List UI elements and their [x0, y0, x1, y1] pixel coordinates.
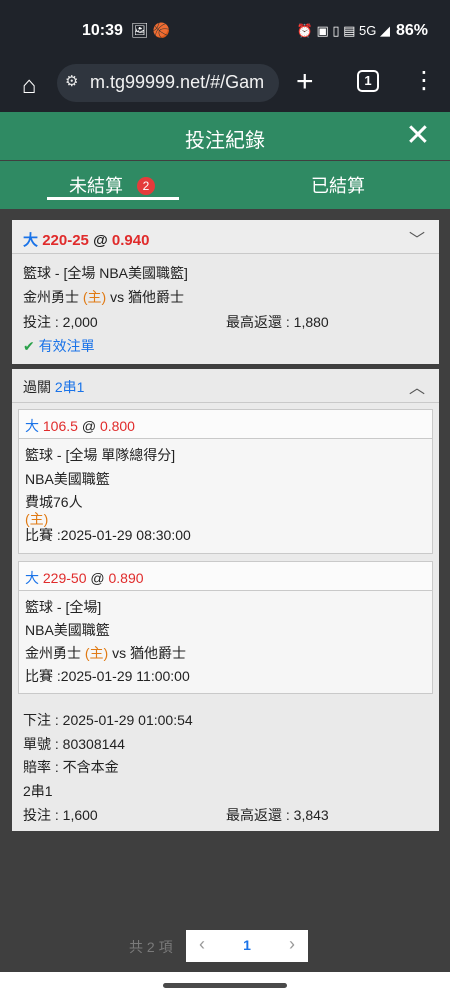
status-bar: 10:39 🖼 🏀 ⏰ ▣ ▯ ▤ 5G ◢ 86% — [0, 0, 450, 62]
app-header: 投注紀錄 ✕ — [0, 112, 450, 160]
parlay-label: 過關 — [23, 379, 51, 395]
leg-matchup: 金州勇士 (主) vs 猶他爵士 — [25, 643, 186, 663]
bet-card-parlay: 過關 2串1 ︿ 大 106.5 @ 0.800 籃球 - [全場 單隊總得分]… — [12, 369, 439, 831]
bet-card-single: 大 220-25 @ 0.940 ﹀ 籃球 - [全場 NBA美國職籃] 金州勇… — [12, 220, 439, 364]
home-team: 金州勇士 — [25, 645, 81, 661]
chevron-down-icon[interactable]: ﹀ — [409, 226, 425, 250]
home-tag: (主) — [82, 289, 107, 305]
status-text: 有效注單 — [38, 338, 95, 354]
address-bar[interactable]: ⚙ m.tg99999.net/#/Gam — [57, 64, 279, 102]
unsettled-count-badge: 2 — [137, 177, 155, 195]
parlay-leg: 大 229-50 @ 0.890 籃球 - [全場] NBA美國職籃 金州勇士 … — [18, 561, 433, 694]
handicap-line: 229-50 — [42, 570, 87, 586]
at-sign: @ — [93, 232, 108, 249]
ticket-number: 單號 : 80308144 — [23, 736, 125, 752]
bet-selection: 大 220-25 @ 0.940 — [23, 229, 149, 250]
league-line: 籃球 - [全場 NBA美國職籃] — [23, 265, 188, 281]
tabs-bar: 未結算 2 已結算 — [0, 161, 450, 209]
match-time: 比賽 :2025-01-29 08:30:00 — [25, 527, 191, 543]
leg-header: 大 229-50 @ 0.890 — [19, 562, 432, 591]
handicap-line: 220-25 — [42, 232, 89, 249]
tab-unsettled[interactable]: 未結算 2 — [47, 161, 177, 209]
stake: 投注 : 2,000 — [23, 314, 98, 330]
at-sign: @ — [81, 418, 97, 434]
pagination: ‹ 1 › — [186, 930, 308, 962]
new-tab-icon[interactable]: + — [296, 66, 314, 98]
pager-total: 共 2 項 — [129, 939, 173, 955]
leg-market: 籃球 - [全場] — [25, 599, 102, 615]
parlay-type-summary: 2串1 — [23, 783, 53, 799]
max-return: 最高返還 : 1,880 — [226, 314, 329, 330]
vs-label: vs — [110, 289, 125, 305]
home-tag: (主) — [84, 645, 109, 661]
odds-value: 0.800 — [99, 418, 135, 434]
pick-label: 大 — [23, 232, 39, 249]
status-icons: ⏰ ▣ ▯ ▤ 5G ◢ — [296, 23, 390, 38]
leg-league: NBA美國職籃 — [25, 622, 110, 638]
url-text: m.tg99999.net/#/Gam — [90, 72, 265, 92]
stake: 投注 : 1,600 — [23, 807, 98, 823]
clock: 10:39 — [82, 22, 123, 39]
matchup: 金州勇士 (主) vs 猶他爵士 — [23, 287, 184, 307]
leg-selection: 大 229-50 @ 0.890 — [25, 568, 144, 588]
odds-value: 0.940 — [111, 232, 150, 249]
browser-toolbar: ⌂ ⚙ m.tg99999.net/#/Gam + 1 ⋮ — [0, 62, 450, 112]
gesture-bar — [0, 972, 450, 1000]
home-team: 金州勇士 — [23, 289, 79, 305]
leg-header: 大 106.5 @ 0.800 — [19, 410, 432, 439]
at-sign: @ — [90, 570, 105, 586]
notification-icons: 🖼 🏀 — [131, 22, 171, 38]
parlay-header[interactable]: 過關 2串1 ︿ — [12, 369, 439, 403]
bet-status: ✔ 有效注單 — [23, 336, 95, 356]
pick-label: 大 — [25, 418, 39, 434]
tab-switcher-icon[interactable]: 1 — [357, 70, 379, 92]
leg-market: 籃球 - [全場 單隊總得分] — [25, 447, 176, 463]
placed-time: 下注 : 2025-01-29 01:00:54 — [23, 712, 193, 728]
home-icon[interactable]: ⌂ — [14, 68, 44, 104]
leg-league: NBA美國職籃 — [25, 471, 110, 487]
more-menu-icon[interactable]: ⋮ — [412, 66, 436, 98]
parlay-title: 過關 2串1 — [23, 377, 84, 397]
bet-card-header[interactable]: 大 220-25 @ 0.940 ﹀ — [12, 220, 439, 254]
chevron-up-icon[interactable]: ︿ — [409, 374, 425, 398]
close-icon[interactable]: ✕ — [402, 120, 434, 152]
tab-settled-label: 已結算 — [311, 176, 365, 196]
handicap-line: 106.5 — [42, 418, 78, 434]
odds-value: 0.890 — [108, 570, 144, 586]
parlay-leg: 大 106.5 @ 0.800 籃球 - [全場 單隊總得分] NBA美國職籃 … — [18, 409, 433, 554]
check-circle-icon: ✔ — [23, 338, 35, 354]
odds-note: 賠率 : 不含本金 — [23, 759, 119, 775]
active-tab-indicator — [47, 197, 179, 200]
site-settings-icon[interactable]: ⚙ — [65, 72, 78, 90]
max-return: 最高返還 : 3,843 — [226, 807, 329, 823]
away-team: 猶他爵士 — [128, 289, 184, 305]
system-icons: ⏰ ▣ ▯ ▤ 5G ◢ 86% — [297, 22, 428, 40]
pick-label: 大 — [25, 570, 39, 586]
page-title: 投注紀錄 — [185, 130, 265, 152]
battery-level: 86% — [395, 22, 428, 39]
tab-settled[interactable]: 已結算 — [270, 161, 406, 209]
match-time: 比賽 :2025-01-29 11:00:00 — [25, 668, 190, 684]
home-gesture-handle[interactable] — [163, 983, 287, 988]
chevron-right-icon[interactable]: › — [289, 934, 295, 955]
tab-unsettled-label: 未結算 — [69, 176, 123, 196]
away-team: 猶他爵士 — [130, 645, 186, 661]
parlay-type: 2串1 — [54, 379, 85, 395]
leg-selection: 大 106.5 @ 0.800 — [25, 416, 135, 436]
vs-label: vs — [112, 645, 127, 661]
